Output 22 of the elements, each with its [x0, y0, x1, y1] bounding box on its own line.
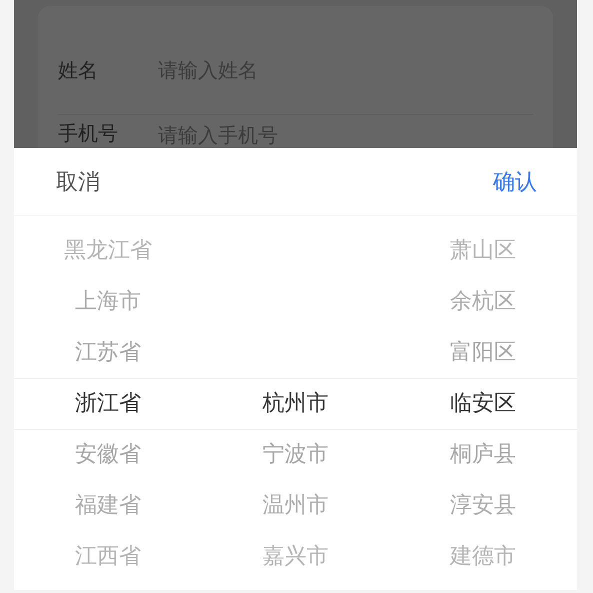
picker-option[interactable]: 安徽省	[74, 429, 141, 480]
picker-option[interactable]: 嘉兴市	[262, 531, 328, 582]
picker-option[interactable]: 江西省	[74, 531, 141, 582]
picker-option[interactable]: 余杭区	[450, 276, 516, 327]
picker-option[interactable]: 上海市	[74, 276, 141, 327]
picker-option[interactable]: 临安区	[450, 378, 516, 429]
picker-option[interactable]: 浙江省	[74, 378, 141, 429]
picker-option[interactable]: 宁波市	[262, 429, 328, 480]
picker-option[interactable]: 富阳区	[450, 327, 516, 378]
picker-option[interactable]: 淳安县	[450, 480, 516, 531]
picker-option[interactable]: 萧山区	[450, 225, 516, 276]
field-label: 手机号	[58, 120, 119, 147]
picker-option[interactable]: 桐庐县	[450, 429, 516, 480]
picker-option[interactable]: 温州市	[262, 480, 328, 531]
picker-option[interactable]: 建德市	[450, 531, 516, 582]
field-label: 姓名	[58, 56, 99, 84]
picker-option[interactable]: 黑龙江省	[64, 225, 152, 276]
cancel-button[interactable]: 取消	[56, 166, 100, 196]
confirm-button[interactable]: 确认	[493, 166, 537, 196]
picker-option[interactable]: 福建省	[74, 480, 141, 531]
picker-option[interactable]: 江苏省	[74, 327, 141, 378]
picker-option[interactable]: 杭州市	[262, 378, 328, 429]
